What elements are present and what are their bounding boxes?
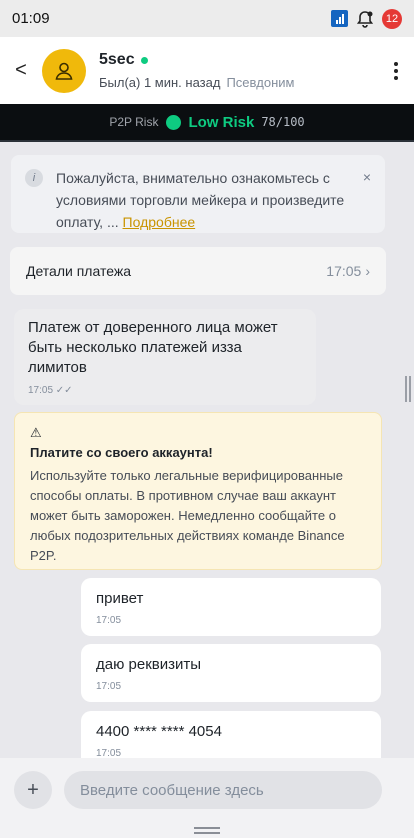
outgoing-message: привет 17:05: [81, 578, 381, 636]
warning-title: Платите со своего аккаунта!: [30, 445, 213, 460]
outgoing-message-text: даю реквизиты: [96, 656, 202, 673]
close-icon[interactable]: ×: [363, 169, 371, 185]
notice-text: Пожалуйста, внимательно ознакомьтесь с у…: [56, 167, 346, 233]
risk-dot-icon: [166, 114, 182, 130]
terms-notice: i Пожалуйста, внимательно ознакомьтесь с…: [11, 155, 385, 233]
chat-header: < 5sec Был(а) 1 мин. назад Псевдоним: [0, 37, 414, 104]
user-icon: [55, 62, 73, 80]
last-seen: Был(а) 1 мин. назад: [99, 75, 221, 90]
info-icon: i: [25, 169, 43, 187]
notice-more-link[interactable]: Подробнее: [123, 214, 196, 230]
pseudonym-label: Псевдоним: [226, 75, 295, 90]
outgoing-message: 4400 **** **** 4054 17:05: [81, 711, 381, 758]
warning-icon: ⚠: [30, 425, 42, 440]
chat-area[interactable]: i Пожалуйста, внимательно ознакомьтесь с…: [0, 142, 400, 758]
signal-icon: [331, 10, 348, 27]
status-time: 01:09: [12, 10, 50, 27]
outgoing-message-time: 17:05: [96, 748, 122, 758]
status-icons: 12: [331, 8, 402, 29]
warning-card: ⚠ Платите со своего аккаунта! Используйт…: [14, 412, 382, 570]
resize-handle[interactable]: [405, 376, 411, 402]
warning-body: Используйте только легальные верифициров…: [30, 468, 345, 563]
status-bar: 01:09 12: [0, 0, 414, 37]
outgoing-message-time: 17:05: [96, 615, 122, 626]
outgoing-message-time: 17:05: [96, 681, 122, 692]
payment-details-time: 17:05: [326, 263, 362, 279]
risk-bar: P2P Risk Low Risk 78/100: [0, 104, 414, 142]
back-button[interactable]: <: [0, 59, 42, 82]
outgoing-message-text: привет: [96, 590, 144, 607]
payment-details-row[interactable]: Детали платежа 17:05 ›: [10, 247, 386, 295]
more-options-icon[interactable]: [378, 61, 414, 80]
online-indicator: [140, 56, 148, 64]
chevron-right-icon: ›: [365, 263, 370, 279]
message-input[interactable]: [64, 771, 382, 809]
user-status: Был(а) 1 мин. назад Псевдоним: [99, 75, 294, 90]
user-name-row: 5sec: [99, 51, 294, 69]
notification-badge: 12: [382, 8, 402, 29]
incoming-message: Платеж от доверенного лица может быть не…: [14, 309, 316, 405]
payment-details-title: Детали платежа: [26, 263, 131, 279]
risk-label: P2P Risk: [109, 115, 159, 129]
composer: +: [0, 758, 414, 822]
incoming-message-text: Платеж от доверенного лица может быть не…: [28, 319, 278, 376]
risk-level: Low Risk: [188, 113, 255, 131]
user-info: 5sec Был(а) 1 мин. назад Псевдоним: [99, 51, 294, 90]
attach-plus-button[interactable]: +: [14, 771, 52, 809]
user-name[interactable]: 5sec: [99, 51, 135, 69]
risk-score: 78/100: [261, 115, 305, 129]
outgoing-message: даю реквизиты 17:05: [81, 644, 381, 702]
bottom-handle-area: [0, 822, 414, 838]
notice-body: Пожалуйста, внимательно ознакомьтесь с у…: [56, 170, 345, 230]
avatar[interactable]: [42, 48, 86, 93]
incoming-message-time: 17:05 ✓✓: [28, 385, 73, 396]
alarm-bell-icon: [356, 10, 374, 28]
drag-handle-icon[interactable]: [194, 826, 220, 834]
outgoing-message-text: 4400 **** **** 4054: [96, 723, 222, 740]
